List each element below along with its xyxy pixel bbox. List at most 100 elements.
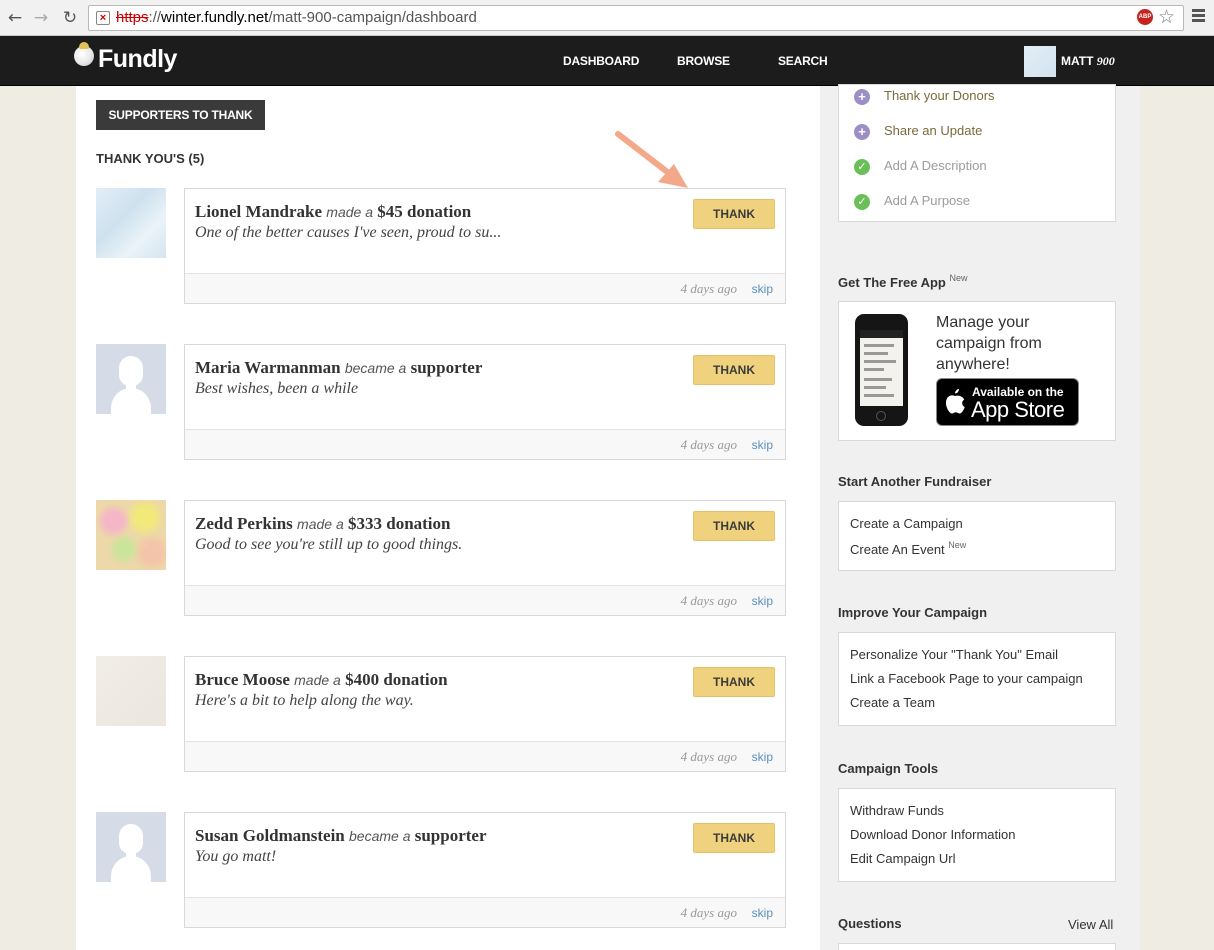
start-fundraiser-heading: Start Another Fundraiser [838, 474, 992, 489]
supporter-verb: made a [297, 516, 344, 532]
pointer-arrow-icon [615, 131, 688, 188]
campaign-tools-heading: Campaign Tools [838, 761, 939, 776]
sidebar: + Thank your Donors + Share an Update ✓ … [820, 84, 1140, 950]
supporter-message: Here's a bit to help along the way. [195, 692, 414, 709]
thank-button[interactable]: THANK [693, 355, 775, 385]
supporter-name[interactable]: Bruce Moose [195, 670, 290, 689]
nav-browse[interactable]: BROWSE [677, 54, 730, 68]
card-body: Maria Warmanman became a supporter Best w… [185, 345, 785, 429]
thank-button[interactable]: THANK [693, 667, 775, 697]
url-text: https://winter.fundly.net/matt-900-campa… [116, 6, 477, 30]
todo-box: + Thank your Donors + Share an Update ✓ … [838, 84, 1116, 222]
supporter-verb: became a [344, 360, 407, 376]
supporter-avatar[interactable] [96, 812, 166, 882]
improve-campaign-heading: Improve Your Campaign [838, 605, 988, 620]
supporter-name[interactable]: Maria Warmanman [195, 358, 341, 377]
supporter-name[interactable]: Lionel Mandrake [195, 202, 322, 221]
browser-toolbar: ← → ↻ × https://winter.fundly.net/matt-9… [0, 0, 1214, 36]
skip-link[interactable]: skip [752, 750, 773, 764]
checkmark-icon: ✓ [854, 194, 870, 210]
supporter-entry: Zedd Perkins made a $333 donation Good to… [96, 500, 786, 616]
supporter-card: Bruce Moose made a $400 donation Here's a… [184, 656, 786, 772]
fundly-logo[interactable]: Fundly [98, 45, 177, 74]
supporter-card: Zedd Perkins made a $333 donation Good to… [184, 500, 786, 616]
card-body: Zedd Perkins made a $333 donation Good to… [185, 501, 785, 585]
app-promo-box: Manage your campaign from anywhere! Avai… [838, 301, 1116, 441]
supporter-card: Lionel Mandrake made a $45 donation One o… [184, 188, 786, 304]
back-arrow-icon[interactable]: ← [4, 7, 26, 29]
thank-button[interactable]: THANK [693, 199, 775, 229]
todo-label: Share an Update [884, 123, 983, 138]
new-badge: New [948, 540, 967, 550]
supporter-summary: Maria Warmanman became a supporter [195, 358, 482, 378]
address-bar[interactable]: × https://winter.fundly.net/matt-900-cam… [88, 5, 1184, 31]
reload-icon[interactable]: ↻ [59, 7, 81, 29]
timestamp: 4 days ago [680, 749, 737, 764]
supporter-summary: Bruce Moose made a $400 donation [195, 670, 448, 690]
url-scheme: https [116, 9, 149, 26]
link-facebook-link[interactable]: Link a Facebook Page to your campaign [850, 671, 1083, 686]
supporter-contribution: supporter [410, 358, 483, 377]
supporter-avatar[interactable] [96, 656, 166, 726]
nav-dashboard[interactable]: DASHBOARD [563, 54, 639, 68]
app-promo-text: Manage your campaign from anywhere! [936, 314, 1042, 373]
card-footer: 4 days ago skip [185, 585, 785, 615]
forward-arrow-icon[interactable]: → [30, 7, 52, 29]
supporter-entry: Susan Goldmanstein became a supporter You… [96, 812, 786, 928]
create-team-link[interactable]: Create a Team [850, 695, 935, 710]
supporter-avatar[interactable] [96, 500, 166, 570]
card-footer: 4 days ago skip [185, 429, 785, 459]
checkmark-icon: ✓ [854, 159, 870, 175]
timestamp: 4 days ago [680, 437, 737, 452]
thank-button[interactable]: THANK [693, 823, 775, 853]
edit-campaign-url-link[interactable]: Edit Campaign Url [850, 851, 956, 866]
bookmark-star-icon[interactable]: ☆ [1158, 6, 1175, 29]
withdraw-funds-link[interactable]: Withdraw Funds [850, 803, 944, 818]
url-host: winter.fundly.net [161, 9, 269, 26]
app-store-badge[interactable]: Available on the App Store [936, 378, 1079, 426]
campaign-tools-box: Withdraw Funds Download Donor Informatio… [838, 788, 1116, 882]
supporter-card: Susan Goldmanstein became a supporter You… [184, 812, 786, 928]
supporter-entry: Bruce Moose made a $400 donation Here's a… [96, 656, 786, 772]
timestamp: 4 days ago [680, 905, 737, 920]
personalize-email-link[interactable]: Personalize Your "Thank You" Email [850, 647, 1058, 662]
card-footer: 4 days ago skip [185, 273, 785, 303]
supporter-summary: Susan Goldmanstein became a supporter [195, 826, 487, 846]
thank-yous-count-heading: THANK YOU'S (5) [96, 151, 205, 166]
start-fundraiser-box: Create a Campaign Create An Event New [838, 501, 1116, 571]
app-heading: Get The Free App New [838, 273, 968, 290]
supporter-contribution: $333 donation [347, 514, 451, 533]
main-content: SUPPORTERS TO THANK THANK YOU'S (5) Lion… [76, 86, 820, 950]
supporter-name[interactable]: Susan Goldmanstein [195, 826, 345, 845]
supporter-message: One of the better causes I've seen, prou… [195, 224, 502, 241]
create-campaign-link[interactable]: Create a Campaign [850, 516, 963, 531]
supporter-contribution: $400 donation [345, 670, 448, 689]
user-avatar[interactable] [1024, 46, 1056, 77]
view-all-link[interactable]: View All [1068, 917, 1113, 932]
create-event-link[interactable]: Create An Event New [850, 540, 966, 557]
site-header: Fundly DASHBOARD BROWSE SEARCH MATT 900 [0, 36, 1214, 86]
adblock-icon[interactable]: ABP [1137, 9, 1153, 25]
phone-image [855, 314, 908, 426]
user-first-name: MATT [1061, 54, 1094, 68]
tab-supporters-to-thank[interactable]: SUPPORTERS TO THANK [96, 100, 265, 130]
download-donor-info-link[interactable]: Download Donor Information [850, 827, 1015, 842]
nav-search[interactable]: SEARCH [778, 54, 828, 68]
supporter-avatar[interactable] [96, 188, 166, 258]
supporter-contribution: $45 donation [377, 202, 472, 221]
thank-button[interactable]: THANK [693, 511, 775, 541]
skip-link[interactable]: skip [752, 282, 773, 296]
supporter-message: Good to see you're still up to good thin… [195, 536, 463, 553]
skip-link[interactable]: skip [752, 906, 773, 920]
skip-link[interactable]: skip [752, 438, 773, 452]
supporter-name[interactable]: Zedd Perkins [195, 514, 293, 533]
supporter-summary: Lionel Mandrake made a $45 donation [195, 202, 471, 222]
supporter-message: Best wishes, been a while [195, 380, 359, 397]
broken-lock-icon[interactable]: × [96, 11, 110, 25]
todo-label: Add A Purpose [884, 193, 971, 208]
user-name[interactable]: MATT 900 [1061, 54, 1115, 69]
fundly-logo-icon[interactable] [74, 42, 94, 66]
skip-link[interactable]: skip [752, 594, 773, 608]
supporter-avatar[interactable] [96, 344, 166, 414]
browser-menu-icon[interactable] [1192, 9, 1205, 24]
